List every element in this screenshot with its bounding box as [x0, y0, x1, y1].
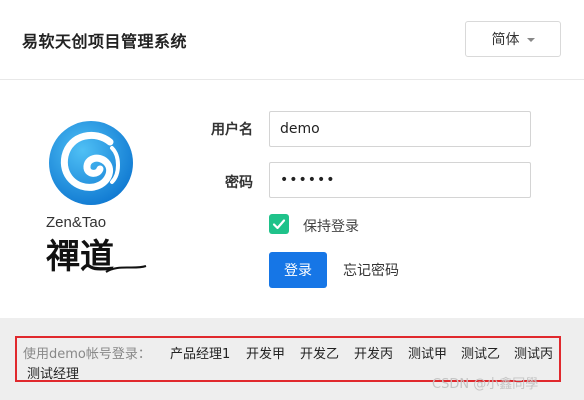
- forgot-password-link[interactable]: 忘记密码: [343, 260, 399, 280]
- logo-cn-text: 禪道: [46, 237, 114, 277]
- caret-down-icon: [526, 38, 535, 42]
- demo-user-link[interactable]: 测试经理: [27, 363, 79, 382]
- demo-user-link[interactable]: 测试丙: [514, 343, 553, 362]
- zentao-logo: Zen&Tao 禪道: [46, 118, 150, 282]
- language-select-button[interactable]: 简体: [465, 21, 561, 57]
- login-button[interactable]: 登录: [269, 252, 327, 288]
- password-input[interactable]: ••••••: [269, 162, 531, 198]
- demo-user-link[interactable]: 开发甲: [246, 343, 285, 362]
- username-value: demo: [280, 121, 320, 137]
- remember-label[interactable]: 保持登录: [303, 216, 359, 236]
- demo-user-link[interactable]: 开发乙: [300, 343, 339, 362]
- remember-checkbox[interactable]: [269, 214, 289, 234]
- password-label: 密码: [225, 175, 253, 191]
- app-title: 易软天创项目管理系统: [22, 32, 188, 51]
- zentao-swirl-icon: [49, 121, 133, 205]
- demo-user-link[interactable]: 开发丙: [354, 343, 393, 362]
- language-select-label: 简体: [491, 32, 520, 48]
- demo-user-link[interactable]: 产品经理1: [170, 343, 230, 362]
- username-input[interactable]: demo: [269, 111, 531, 147]
- zentao-wordmark: Zen&Tao 禪道: [46, 214, 147, 277]
- demo-user-link[interactable]: 测试甲: [408, 343, 447, 362]
- checkmark-icon: [272, 219, 286, 230]
- username-label: 用户名: [211, 122, 253, 138]
- watermark: CSDN @小鑫同學: [432, 377, 539, 392]
- header: 易软天创项目管理系统 简体: [0, 0, 584, 80]
- demo-prompt: 使用demo帐号登录：: [23, 347, 151, 362]
- password-value: ••••••: [280, 172, 336, 188]
- demo-user-link[interactable]: 测试乙: [461, 343, 500, 362]
- logo-en-text: Zen&Tao: [46, 214, 106, 231]
